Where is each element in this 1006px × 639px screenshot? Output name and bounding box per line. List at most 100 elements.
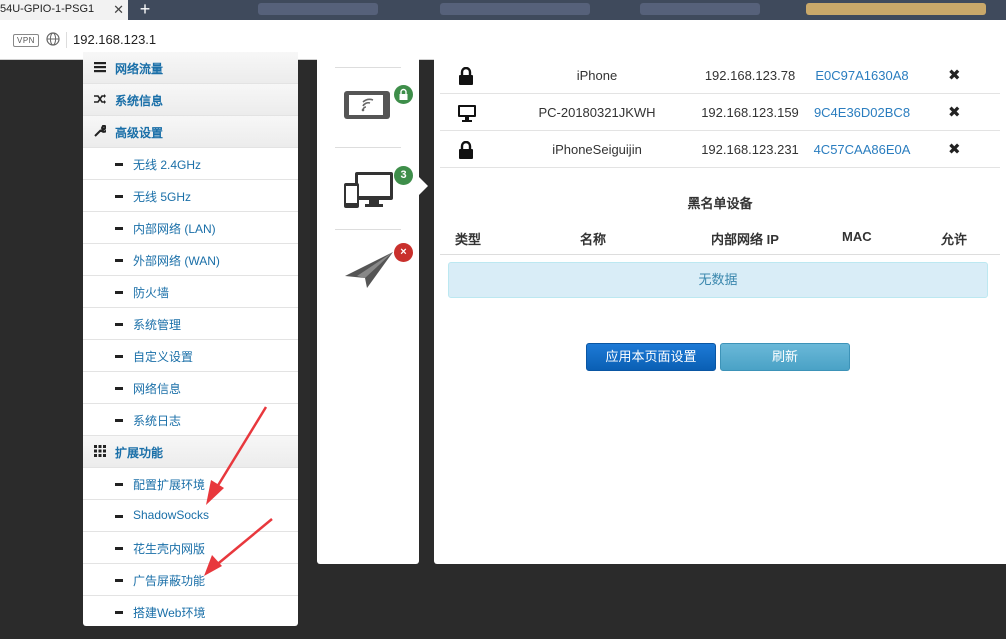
remove-icon[interactable]: ✖ xyxy=(948,66,961,84)
devices-icon[interactable] xyxy=(343,170,395,210)
remove-icon[interactable]: ✖ xyxy=(948,103,961,121)
blocked-badge: × xyxy=(394,243,413,262)
wireless-lock-badge xyxy=(394,85,413,104)
dash-icon xyxy=(115,355,123,358)
dash-icon xyxy=(115,419,123,422)
refresh-button[interactable]: 刷新 xyxy=(720,343,850,371)
grid-icon xyxy=(94,445,106,457)
dash-icon xyxy=(115,547,123,550)
client-ip: 192.168.123.78 xyxy=(704,68,796,83)
sidebar-item[interactable]: 防火墙 xyxy=(83,276,298,308)
sidebar-item[interactable]: 网络流量 xyxy=(83,52,298,84)
monitor-icon[interactable] xyxy=(457,104,477,122)
sidebar-item[interactable]: 系统管理 xyxy=(83,308,298,340)
sidebar-item-label: 无线 2.4GHz xyxy=(133,158,202,172)
globe-icon xyxy=(46,32,60,46)
sidebar-item[interactable]: 高级设置 xyxy=(83,116,298,148)
col-name: 名称 xyxy=(580,232,607,247)
client-ip: 192.168.123.231 xyxy=(701,142,799,157)
col-mac: MAC xyxy=(842,229,872,244)
client-row: PC-20180321JKWH 192.168.123.159 9C4E36D02B… xyxy=(440,94,1000,131)
close-tab-icon[interactable]: ✕ xyxy=(113,2,124,18)
url-divider xyxy=(66,32,67,48)
apply-settings-button[interactable]: 应用本页面设置 xyxy=(586,343,716,371)
paper-plane-icon[interactable] xyxy=(343,248,395,292)
sidebar-item-label: 防火墙 xyxy=(133,286,170,300)
sidebar-item-label: 系统信息 xyxy=(115,94,164,108)
sidebar-item-label: 扩展功能 xyxy=(115,446,164,460)
client-name: iPhoneSeiguijin xyxy=(552,142,642,157)
divider xyxy=(335,67,401,68)
lock-icon[interactable] xyxy=(458,141,474,159)
sidebar-item[interactable]: 自定义设置 xyxy=(83,340,298,372)
sidebar-item-label: 外部网络 (WAN) xyxy=(133,254,220,268)
client-ip: 192.168.123.159 xyxy=(701,105,799,120)
client-mac[interactable]: 4C57CAA86E0A xyxy=(810,142,914,157)
sidebar-item[interactable]: 系统信息 xyxy=(83,84,298,116)
sidebar-item[interactable]: 无线 5GHz xyxy=(83,180,298,212)
sidebar-item-label: 网络信息 xyxy=(133,382,182,396)
sidebar-item-label: ShadowSocks xyxy=(133,508,210,522)
lock-icon[interactable] xyxy=(458,67,474,85)
blurred-tab[interactable] xyxy=(806,3,986,15)
dash-icon xyxy=(115,163,123,166)
dash-icon xyxy=(115,259,123,262)
blurred-tab[interactable] xyxy=(258,3,378,15)
sidebar-item-label: 网络流量 xyxy=(115,62,164,76)
new-tab-icon[interactable]: + xyxy=(134,0,156,20)
sidebar-item-label: 系统日志 xyxy=(133,414,182,428)
divider xyxy=(335,147,401,148)
dash-icon xyxy=(115,579,123,582)
sidebar-item[interactable]: 搭建Web环境 xyxy=(83,596,298,626)
client-name: PC-20180321JKWH xyxy=(538,105,656,120)
client-mac[interactable]: E0C97A1630A8 xyxy=(810,68,914,83)
sidebar-item-label: 内部网络 (LAN) xyxy=(133,222,216,236)
sidebar-item[interactable]: 扩展功能 xyxy=(83,436,298,468)
dash-icon xyxy=(115,195,123,198)
client-mac[interactable]: 9C4E36D02BC8 xyxy=(810,105,914,120)
dash-icon xyxy=(115,515,123,518)
remove-icon[interactable]: ✖ xyxy=(948,140,961,158)
blacklist-table-header: 类型 名称 内部网络 IP MAC 允许 xyxy=(440,221,1000,255)
vpn-badge[interactable]: VPN xyxy=(13,34,39,47)
sidebar-item[interactable]: 无线 2.4GHz xyxy=(83,148,298,180)
sidebar-item[interactable]: 网络信息 xyxy=(83,372,298,404)
browser-tab-bar: 54U-GPIO-1-PSG1 ✕ + xyxy=(0,0,1006,20)
wrench-icon xyxy=(94,125,106,137)
col-ip: 内部网络 IP xyxy=(711,232,779,247)
blurred-tab[interactable] xyxy=(440,3,590,15)
sidebar-item[interactable]: ShadowSocks xyxy=(83,500,298,532)
sidebar-item[interactable]: 系统日志 xyxy=(83,404,298,436)
sidebar-item-label: 自定义设置 xyxy=(133,350,194,364)
client-name: iPhone xyxy=(576,68,618,83)
device-status-panel: 3 × xyxy=(317,51,419,564)
client-row: iPhone 192.168.123.78 E0C97A1630A8 ✖ xyxy=(440,57,1000,94)
sidebar-item-label: 搭建Web环境 xyxy=(133,606,206,620)
sidebar-item-label: 系统管理 xyxy=(133,318,182,332)
sidebar-item[interactable]: 广告屏蔽功能 xyxy=(83,564,298,596)
client-row: iPhoneSeiguijin 192.168.123.231 4C57CAA86E… xyxy=(440,131,1000,168)
browser-tab[interactable]: 54U-GPIO-1-PSG1 ✕ xyxy=(0,0,128,20)
col-allow: 允许 xyxy=(941,232,968,247)
empty-state: 无数据 xyxy=(448,262,988,298)
active-panel-pointer xyxy=(419,177,428,195)
dash-icon xyxy=(115,611,123,614)
sidebar-item[interactable]: 配置扩展环境 xyxy=(83,468,298,500)
lock-icon xyxy=(399,88,408,100)
blacklist-title: 黑名单设备 xyxy=(687,196,753,211)
tablet-wireless-icon[interactable] xyxy=(343,88,393,122)
sidebar-item-label: 花生壳内网版 xyxy=(133,542,206,556)
sidebar-item[interactable]: 内部网络 (LAN) xyxy=(83,212,298,244)
sidebar-item[interactable]: 花生壳内网版 xyxy=(83,532,298,564)
sidebar-item-label: 配置扩展环境 xyxy=(133,478,206,492)
divider xyxy=(335,229,401,230)
sidebar: 网络流量系统信息高级设置无线 2.4GHz 无线 5GHz 内部网络 (LAN) 外部… xyxy=(83,51,298,626)
dash-icon xyxy=(115,291,123,294)
tab-title: 54U-GPIO-1-PSG1 xyxy=(0,3,95,15)
wired-count-badge: 3 xyxy=(394,166,413,185)
list-icon xyxy=(94,62,106,73)
blurred-tab[interactable] xyxy=(640,3,760,15)
url-text[interactable]: 192.168.123.1 xyxy=(73,32,156,47)
sidebar-item[interactable]: 外部网络 (WAN) xyxy=(83,244,298,276)
shuffle-icon xyxy=(94,94,106,104)
